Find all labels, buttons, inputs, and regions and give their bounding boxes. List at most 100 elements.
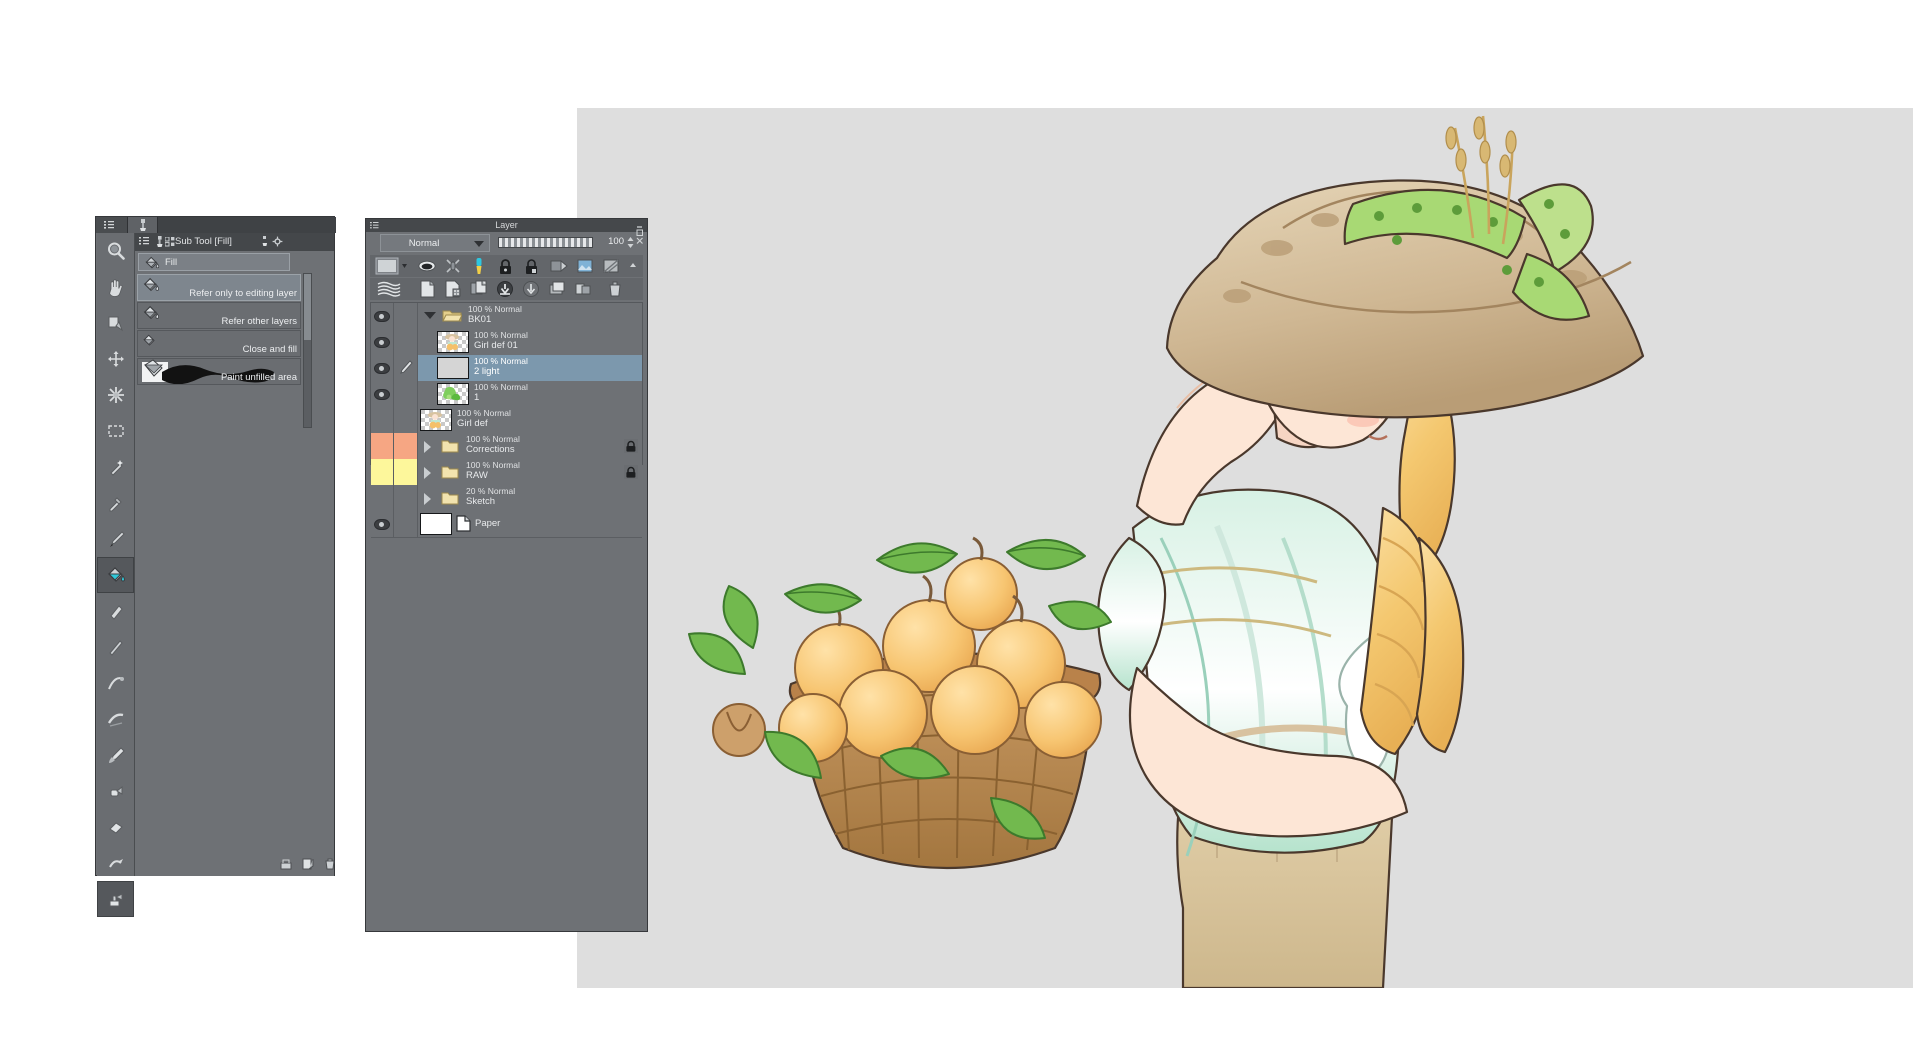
effect-icon[interactable] (576, 257, 594, 275)
subtool-item-paint-unfilled-area[interactable]: Paint unfilled area (137, 358, 301, 385)
clip-to-layer-icon[interactable] (550, 257, 568, 275)
mask-icon[interactable] (444, 257, 462, 275)
auto-select-tool[interactable] (97, 449, 134, 485)
layer-row1-more-icon[interactable] (624, 257, 642, 275)
frame-border-tool[interactable] (97, 701, 134, 737)
new-folder-icon[interactable] (470, 280, 488, 298)
layer-window[interactable]: Layer Normal 100 100 % Normal BK01 100 %… (365, 218, 648, 932)
text-tool[interactable] (97, 737, 134, 773)
ruler-icon[interactable] (470, 257, 488, 275)
current-subtool-chip[interactable]: Fill (138, 253, 290, 271)
table-row[interactable]: 100 % Normal 2 light (371, 355, 642, 382)
subtool-scrollbar[interactable] (303, 273, 312, 428)
combine-layers-icon[interactable] (574, 280, 592, 298)
new-raster-layer-icon[interactable] (418, 280, 436, 298)
visibility-cell[interactable] (371, 485, 394, 511)
opacity-spinner[interactable] (626, 236, 635, 249)
visibility-cell[interactable] (371, 433, 394, 459)
eraser-tool[interactable] (97, 809, 134, 845)
transfer-down-icon[interactable] (496, 280, 514, 298)
airbrush-tool[interactable] (97, 881, 134, 917)
opacity-slider-fill (499, 238, 592, 247)
new-tonal-layer-icon[interactable] (444, 280, 462, 298)
magnifier-tool[interactable] (97, 233, 134, 269)
subtool-detail-icon[interactable] (259, 235, 272, 248)
blend-mode-value: Normal (408, 238, 440, 249)
expand-triangle-down-icon[interactable] (424, 312, 436, 319)
tool-tab[interactable] (128, 217, 158, 233)
blend-tool[interactable] (97, 845, 134, 881)
layer-blend-icon[interactable] (374, 280, 404, 298)
selection-tool[interactable] (97, 413, 134, 449)
subtool-item-close-and-fill[interactable]: Close and fill (137, 330, 301, 357)
table-row[interactable]: Paper (371, 511, 642, 538)
layer-window-titlebar[interactable]: Layer (366, 219, 647, 244)
subtool-grid-icon[interactable] (165, 237, 175, 247)
minimize-icon[interactable] (636, 221, 644, 229)
eye-icon (374, 519, 390, 530)
opacity-value[interactable]: 100 (598, 236, 624, 249)
layer-color-swatch[interactable] (374, 257, 414, 275)
subtool-item-refer-only-editing-layer[interactable]: Refer only to editing layer (137, 274, 301, 301)
visibility-cell[interactable] (371, 303, 394, 329)
table-row[interactable]: 100 % Normal RAW (371, 459, 642, 486)
palette-color-icon[interactable] (418, 257, 436, 275)
expand-triangle-right-icon[interactable] (424, 441, 431, 453)
tool-subtool-window[interactable]: Sub Tool [Fill] Fill Refer only to editi… (95, 216, 337, 917)
subtool-item-refer-other-layers[interactable]: Refer other layers (137, 302, 301, 329)
hand-tool[interactable] (97, 269, 134, 305)
fill-tool[interactable] (97, 557, 134, 593)
table-row[interactable]: 100 % Normal Girl def (371, 407, 642, 434)
eyedropper-tool[interactable] (97, 485, 134, 521)
visibility-cell[interactable] (371, 459, 394, 485)
lock-transparent-icon[interactable] (522, 257, 540, 275)
table-row[interactable]: 100 % Normal Corrections (371, 433, 642, 460)
correct-line-tool[interactable] (97, 665, 134, 701)
opacity-slider[interactable] (498, 237, 593, 248)
table-row[interactable]: 100 % Normal Girl def 01 (371, 329, 642, 356)
expand-triangle-right-icon[interactable] (424, 467, 431, 479)
lock-layer-icon[interactable] (624, 465, 638, 479)
visibility-cell[interactable] (371, 407, 394, 433)
eye-icon (374, 363, 390, 374)
tool-strip[interactable] (97, 233, 135, 917)
merge-visible-icon[interactable] (548, 280, 566, 298)
subtool-pane[interactable]: Sub Tool [Fill] Fill Refer only to editi… (135, 233, 337, 876)
lock-layer-icon[interactable] (624, 439, 638, 453)
visibility-cell[interactable] (371, 355, 394, 381)
new-subtool-icon[interactable] (279, 857, 293, 871)
expand-triangle-right-icon[interactable] (424, 493, 431, 505)
visibility-cell[interactable] (371, 381, 394, 407)
blend-mode-select[interactable]: Normal (380, 234, 490, 252)
layer-toolbar-row-1[interactable] (370, 255, 643, 277)
layer-toolbar-row-2[interactable] (370, 278, 643, 300)
table-row[interactable]: 100 % Normal 1 (371, 381, 642, 408)
decoration-tool[interactable] (97, 773, 134, 809)
tool-panel-menu-tab[interactable] (96, 217, 128, 233)
delete-layer-icon[interactable] (606, 280, 624, 298)
table-row[interactable]: 20 % Normal Sketch (371, 485, 642, 512)
pen-icon (109, 531, 125, 547)
gradient-tool[interactable] (97, 593, 134, 629)
move-layer-tool[interactable] (97, 341, 134, 377)
merge-down-icon[interactable] (522, 280, 540, 298)
layer-name: Sketch (466, 496, 496, 507)
visibility-cell[interactable] (371, 511, 394, 537)
layer-list[interactable]: 100 % Normal BK01 100 % Normal Girl def … (370, 302, 643, 538)
subtool-tab-icon[interactable] (154, 235, 165, 248)
operation-tool[interactable] (97, 377, 134, 413)
figure-tool[interactable] (97, 629, 134, 665)
reference-layer-icon[interactable] (602, 257, 620, 275)
visibility-cell[interactable] (371, 329, 394, 355)
table-row[interactable]: 100 % Normal BK01 (371, 303, 642, 330)
rotate-tool[interactable] (97, 305, 134, 341)
lock-layer-icon[interactable] (496, 257, 514, 275)
scrollbar-thumb[interactable] (304, 274, 311, 340)
duplicate-subtool-icon[interactable] (301, 857, 315, 871)
panel-menu-icon[interactable] (138, 235, 151, 248)
eye-icon (374, 337, 390, 348)
gear-icon[interactable] (272, 236, 283, 247)
canvas-area[interactable] (577, 108, 1913, 988)
pen-tool[interactable] (97, 521, 134, 557)
delete-subtool-icon[interactable] (323, 857, 337, 871)
